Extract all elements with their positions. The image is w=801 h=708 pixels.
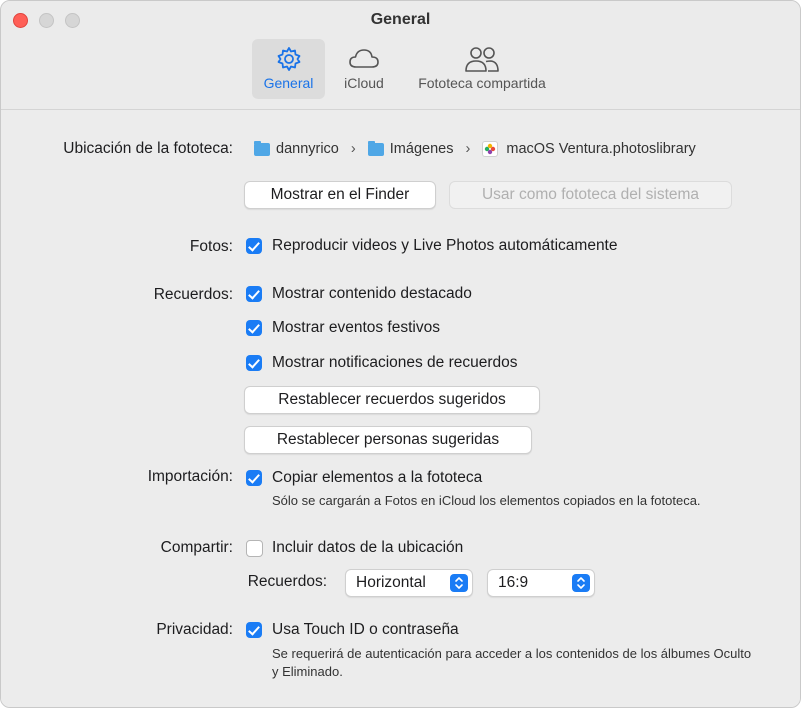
people-icon — [465, 47, 499, 72]
gear-icon — [277, 47, 300, 71]
include-location-checkbox[interactable] — [246, 540, 263, 557]
tab-general[interactable]: General — [252, 39, 325, 99]
photos-section-label: Fotos: — [189, 238, 233, 255]
featured-content-label: Mostrar contenido destacado — [272, 285, 472, 302]
folder-icon — [254, 140, 270, 156]
aspect-ratio-select[interactable]: 16:9 — [487, 569, 595, 597]
cloud-icon — [349, 49, 379, 68]
chevron-right-icon: › — [350, 141, 356, 158]
path-user: dannyrico — [276, 141, 339, 158]
path-images: Imágenes — [389, 141, 454, 158]
general-pane: Ubicación de la fototeca: dannyrico › Im… — [1, 110, 800, 707]
reset-suggested-memories-button[interactable]: Restablecer recuerdos sugeridos — [244, 386, 540, 414]
chevron-up-down-icon — [572, 574, 590, 592]
privacy-section-label: Privacidad: — [156, 621, 233, 638]
memories-section-label: Recuerdos: — [153, 286, 233, 303]
memory-notifications-label: Mostrar notificaciones de recuerdos — [272, 354, 518, 371]
library-path: dannyrico › Imágenes › macOS Ventura.pho… — [254, 140, 696, 158]
library-location-label: Ubicación de la fototeca: — [63, 140, 233, 157]
sharing-memories-label: Recuerdos: — [247, 573, 327, 590]
preferences-window: General General iCloud Fototeca comparti… — [0, 0, 801, 708]
include-location-label: Incluir datos de la ubicación — [272, 539, 464, 556]
reset-suggested-people-button[interactable]: Restablecer personas sugeridas — [244, 426, 532, 454]
autoplay-checkbox[interactable] — [246, 238, 262, 254]
memory-notifications-checkbox[interactable] — [246, 355, 262, 371]
path-library: macOS Ventura.photoslibrary — [506, 141, 696, 158]
copy-to-library-label: Copiar elementos a la fototeca — [272, 469, 483, 486]
touch-id-checkbox[interactable] — [246, 622, 262, 638]
photos-library-icon — [482, 141, 499, 158]
tab-general-label: General — [263, 75, 314, 91]
title-bar: General General iCloud Fototeca comparti… — [1, 1, 800, 110]
chevron-up-down-icon — [450, 574, 468, 592]
holiday-events-label: Mostrar eventos festivos — [272, 319, 440, 336]
copy-to-library-checkbox[interactable] — [246, 470, 262, 486]
tab-shared-library-label: Fototeca compartida — [418, 75, 546, 91]
aspect-ratio-value: 16:9 — [498, 574, 529, 591]
tab-icloud[interactable]: iCloud — [334, 39, 394, 99]
tab-shared-library[interactable]: Fototeca compartida — [405, 39, 559, 99]
autoplay-label: Reproducir videos y Live Photos automáti… — [272, 237, 618, 254]
import-section-label: Importación: — [147, 468, 233, 485]
import-note: Sólo se cargarán a Fotos en iCloud los e… — [272, 493, 701, 508]
featured-content-checkbox[interactable] — [246, 286, 262, 302]
orientation-value: Horizontal — [356, 574, 426, 591]
sharing-section-label: Compartir: — [160, 539, 233, 556]
privacy-note: Se requerirá de autenticación para acced… — [272, 646, 752, 679]
folder-icon — [367, 140, 384, 156]
show-in-finder-button[interactable]: Mostrar en el Finder — [244, 181, 436, 209]
touch-id-label: Usa Touch ID o contraseña — [272, 621, 459, 638]
holiday-events-checkbox[interactable] — [246, 320, 262, 336]
chevron-right-icon: › — [465, 141, 471, 158]
use-as-system-library-button: Usar como fototeca del sistema — [449, 181, 732, 209]
orientation-select[interactable]: Horizontal — [345, 569, 473, 597]
window-title: General — [370, 11, 431, 28]
tab-icloud-label: iCloud — [344, 75, 384, 91]
